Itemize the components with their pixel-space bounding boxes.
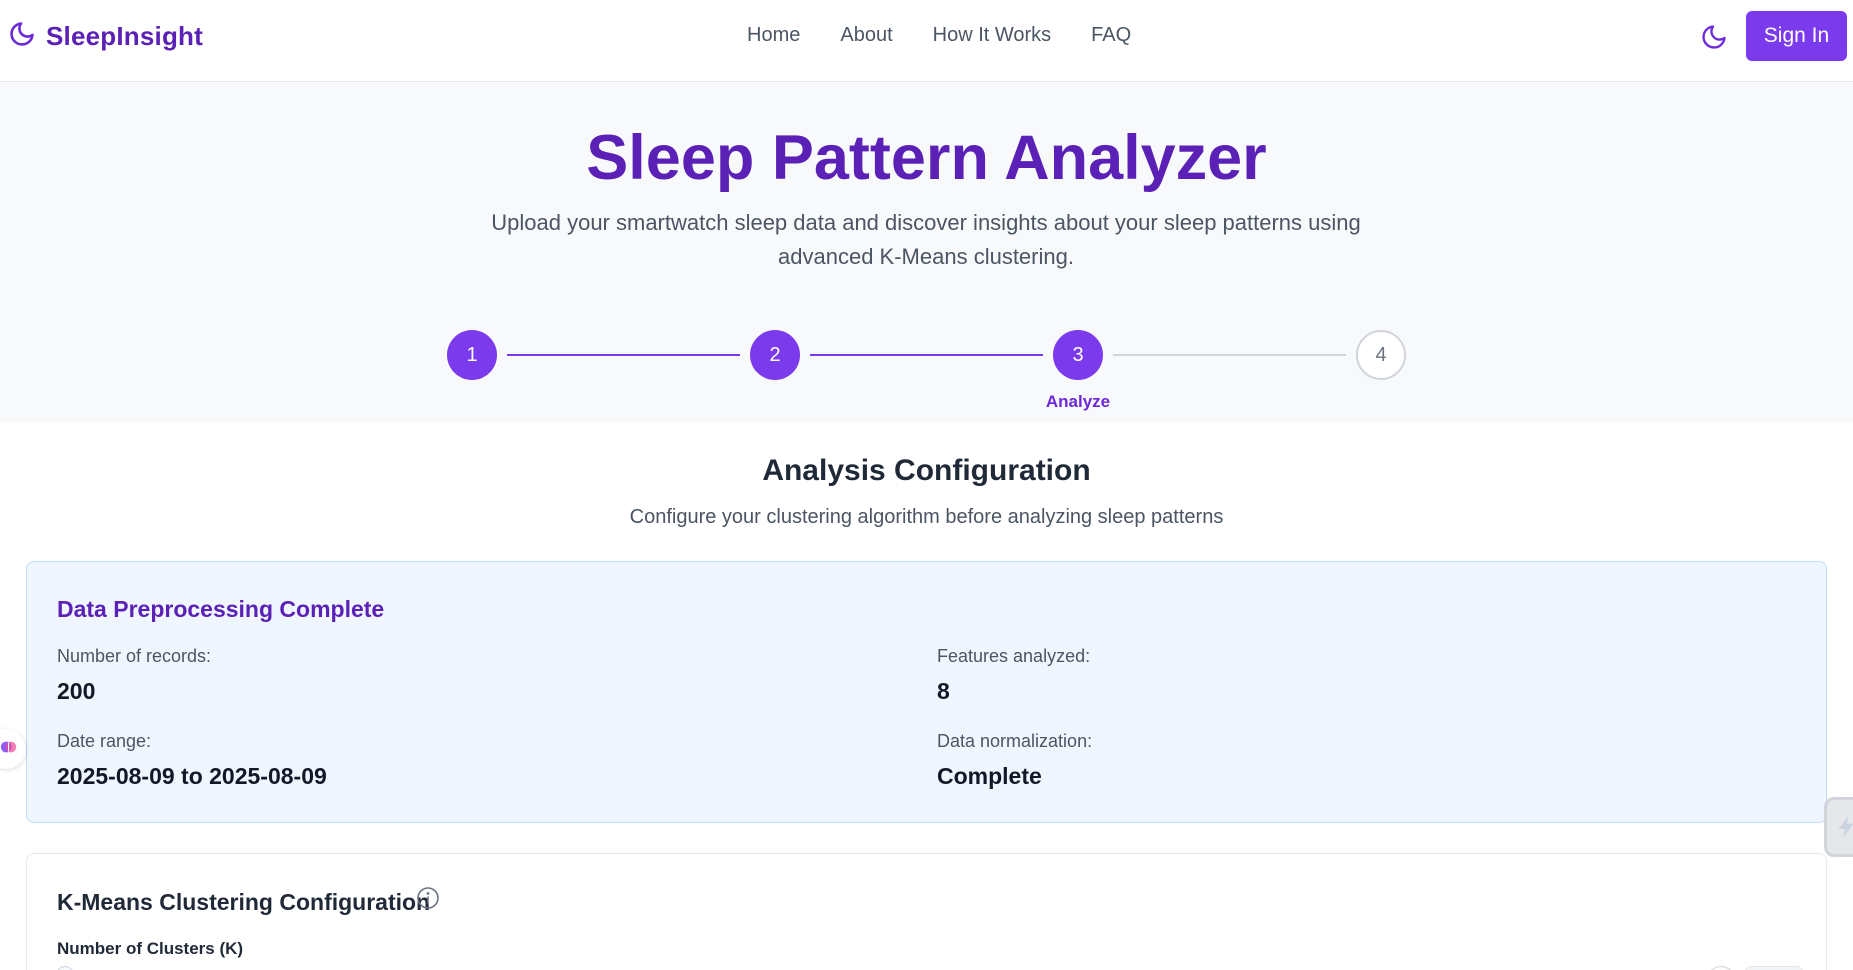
hero-subtitle: Upload your smartwatch sleep data and di… — [491, 210, 1361, 269]
step-connector-2 — [810, 354, 1043, 356]
lightning-icon — [1827, 816, 1853, 844]
preprocessing-title: Data Preprocessing Complete — [57, 596, 385, 622]
records-label: Number of records: — [57, 646, 212, 666]
sign-in-button[interactable]: Sign In — [1746, 11, 1847, 61]
step-current-label: Analyze — [1045, 392, 1111, 411]
normalization-label: Data normalization: — [937, 731, 1093, 751]
records-value: 200 — [57, 678, 96, 704]
step-connector-1 — [507, 354, 740, 356]
nav-link-home[interactable]: Home — [747, 24, 800, 47]
nav-link-faq[interactable]: FAQ — [1091, 24, 1131, 47]
features-label: Features analyzed: — [937, 646, 1091, 666]
brain-icon — [0, 738, 18, 761]
nav-link-about[interactable]: About — [840, 24, 892, 47]
cluster-slider-thumb[interactable] — [56, 966, 74, 970]
date-range-value: 2025-08-09 to 2025-08-09 — [57, 763, 327, 789]
step-2[interactable]: 2 — [750, 330, 800, 380]
assistant-widget[interactable] — [0, 729, 26, 769]
cluster-stepper-button[interactable] — [1707, 966, 1735, 970]
hero-title: Sleep Pattern Analyzer — [586, 123, 1267, 193]
config-title: K-Means Clustering Configuration — [57, 889, 431, 915]
clusters-label: Number of Clusters (K) — [57, 939, 244, 958]
step-connector-3 — [1113, 354, 1346, 356]
info-icon[interactable] — [416, 886, 440, 910]
features-value: 8 — [937, 678, 950, 704]
normalization-value: Complete — [937, 763, 1042, 789]
brand[interactable]: SleepInsight — [8, 20, 203, 53]
moon-icon — [8, 20, 36, 53]
nav-links: Home About How It Works FAQ — [747, 24, 1131, 47]
preprocessing-card: Data Preprocessing Complete Number of re… — [26, 561, 1827, 823]
lightning-widget[interactable] — [1824, 797, 1853, 857]
nav-link-how-it-works[interactable]: How It Works — [933, 24, 1052, 47]
theme-toggle-moon-icon[interactable] — [1700, 23, 1728, 51]
brand-name: SleepInsight — [46, 21, 203, 51]
hero: Sleep Pattern Analyzer Upload your smart… — [0, 82, 1853, 422]
step-4[interactable]: 4 — [1356, 330, 1406, 380]
step-3[interactable]: 3 — [1053, 330, 1103, 380]
section-title: Analysis Configuration — [762, 454, 1091, 487]
date-range-label: Date range: — [57, 731, 152, 751]
step-1[interactable]: 1 — [447, 330, 497, 380]
kmeans-config-card: K-Means Clustering Configuration Number … — [26, 853, 1827, 970]
section-subtitle: Configure your clustering algorithm befo… — [629, 506, 1224, 528]
cluster-count-input[interactable] — [1745, 966, 1803, 970]
navbar: SleepInsight Home About How It Works FAQ… — [0, 0, 1853, 82]
page: SleepInsight Home About How It Works FAQ… — [0, 0, 1853, 970]
